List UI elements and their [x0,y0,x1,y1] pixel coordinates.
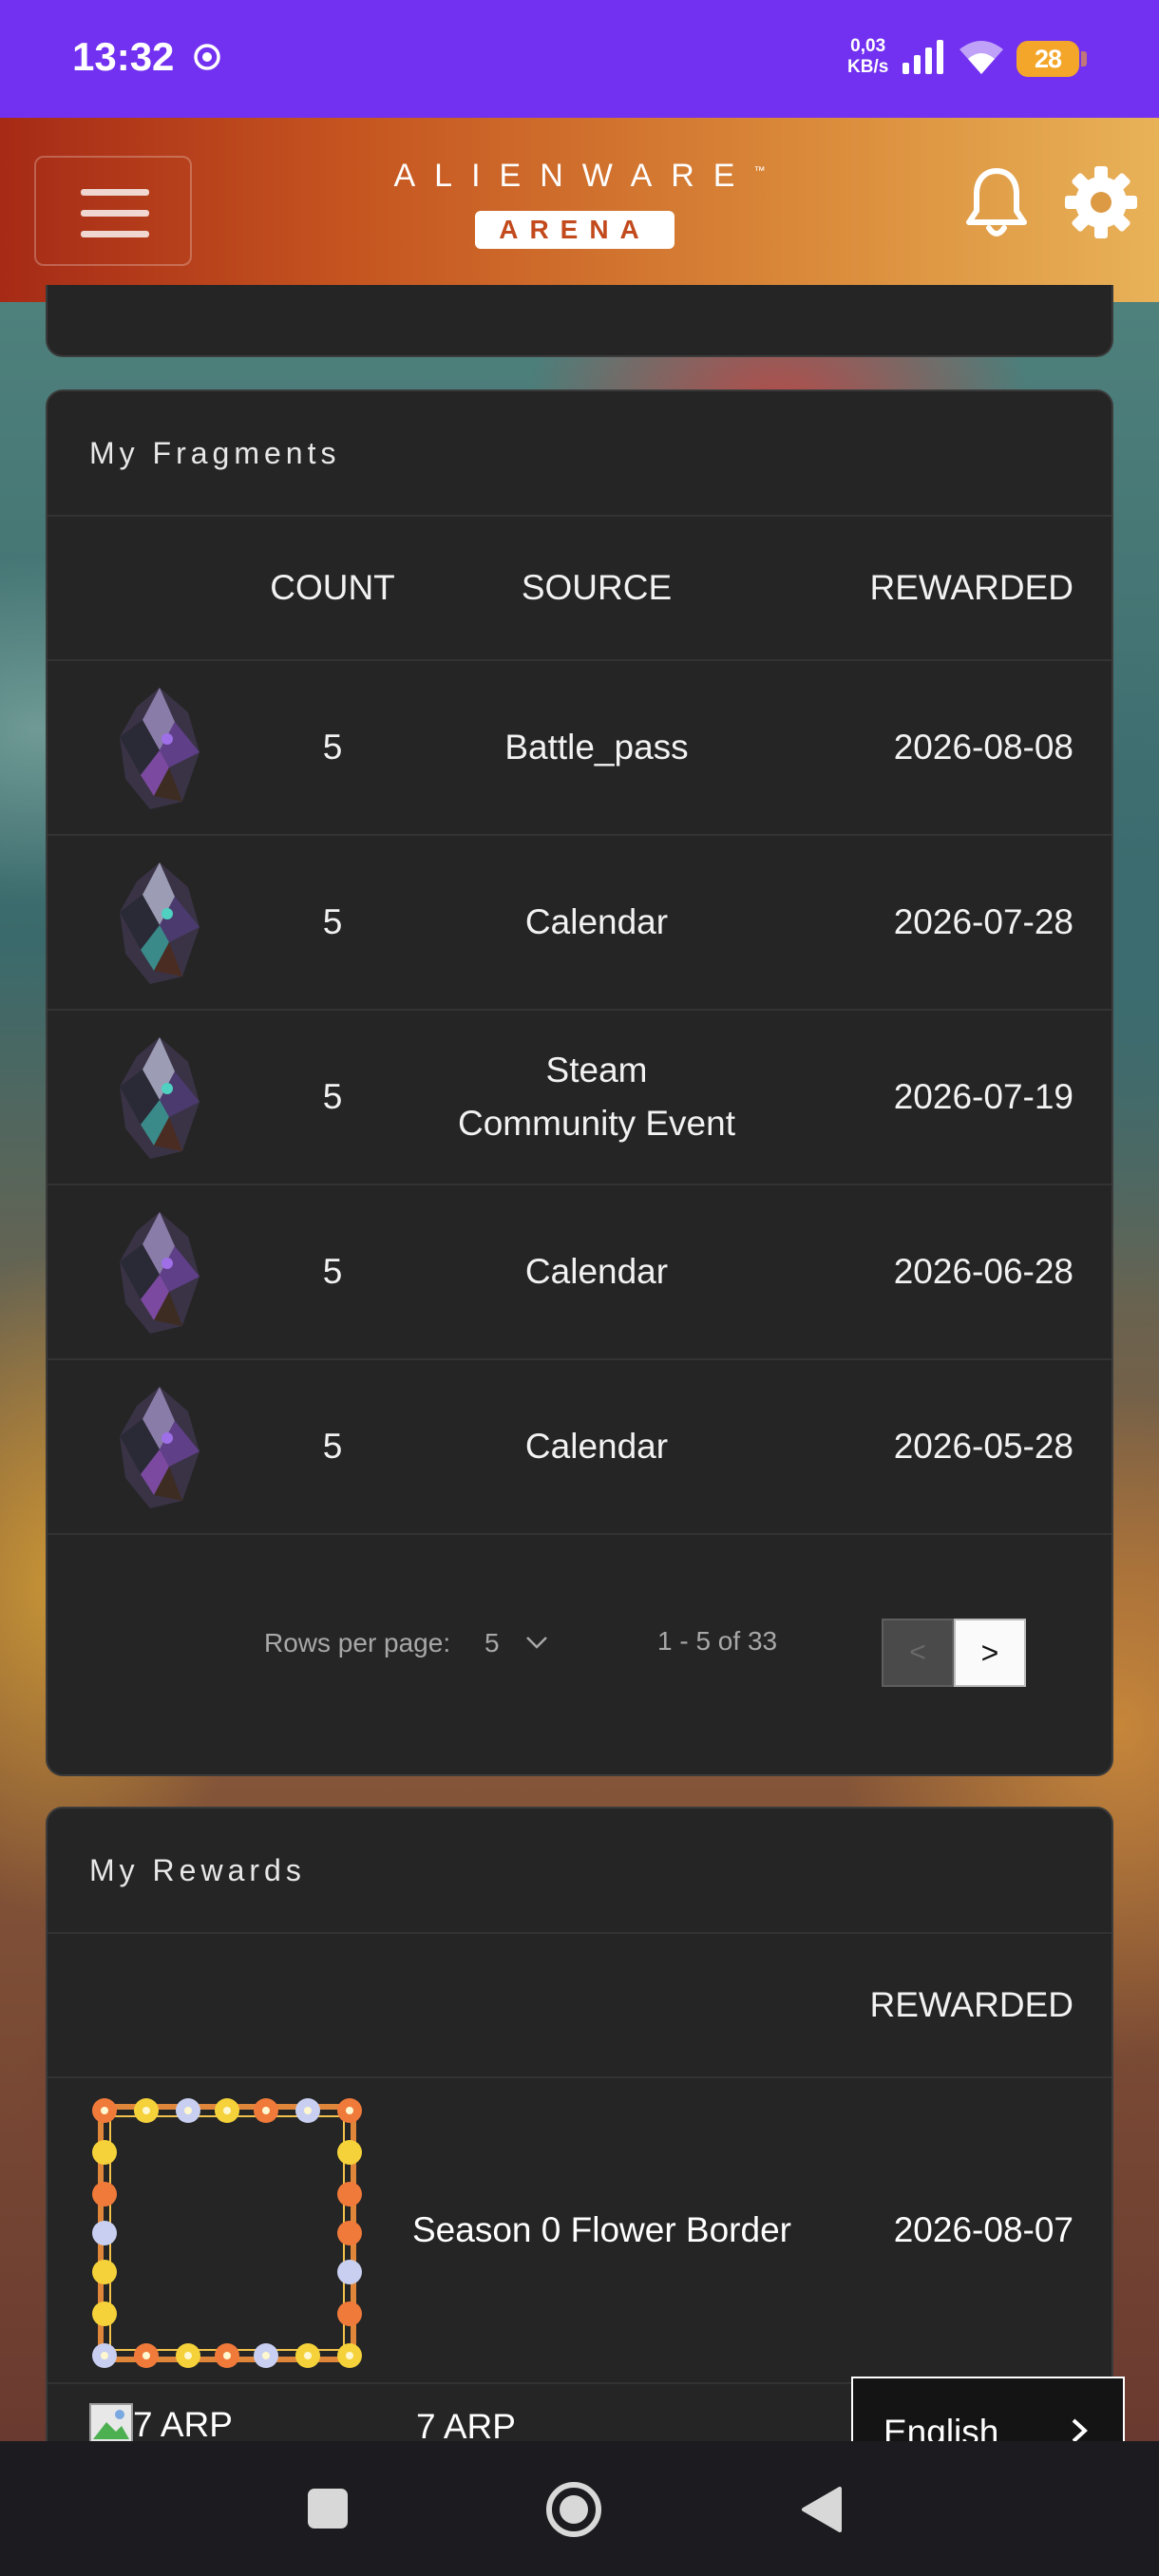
network-speed-value: 0,03 [850,36,886,56]
table-row: 5 Steam Community Event 2026-07-19 [48,1011,1112,1185]
fragment-source: Calendar [524,1427,669,1466]
logo-top-text: ALIENWARE [393,158,754,194]
status-time: 13:32 [72,34,175,79]
fragment-crystal-icon [120,1387,200,1508]
menu-line-icon [81,210,149,217]
table-row: 5 Calendar 2026-06-28 [48,1185,1112,1360]
fragment-crystal-icon [120,862,200,984]
fragments-table-header: COUNT SOURCE REWARDED [48,517,1112,661]
menu-line-icon [81,189,149,196]
fragment-rewarded-date: 2026-08-08 [893,728,1074,767]
wifi-icon [960,41,1003,74]
fragments-card: My Fragments COUNT SOURCE REWARDED 5 Bat… [46,389,1113,1776]
alienware-logo[interactable]: ALIENWARE™ [363,158,796,195]
chrome-icon [194,44,220,70]
fragment-crystal-icon [120,1212,200,1334]
battery-indicator: 28 [1016,41,1087,77]
rows-per-page-label: Rows per page: [264,1628,451,1657]
back-icon[interactable] [800,2485,844,2534]
fragment-rewarded-date: 2026-06-28 [893,1252,1074,1291]
flower-border-icon [92,2098,362,2368]
pagination-bar: Rows per page: 5 1 - 5 of 33 < > [48,1535,1112,1774]
reward-image-alt-text: 7 ARP [133,2405,233,2444]
rewards-table-header: REWARDED [48,1934,1112,2078]
fragment-count: 5 [322,728,343,767]
gear-icon[interactable] [1064,165,1138,239]
fragment-count: 5 [322,902,343,941]
column-header-source[interactable]: SOURCE [454,517,739,659]
chevron-down-icon[interactable] [522,1628,551,1657]
fragment-source: Calendar [524,1252,669,1291]
column-header-count[interactable]: COUNT [238,517,428,659]
recent-apps-icon[interactable] [308,2489,348,2529]
previous-page-button[interactable]: < [882,1619,954,1687]
previous-card-edge [46,285,1113,357]
fragment-source: Steam Community Event [458,1051,735,1143]
pagination-range: 1 - 5 of 33 [657,1626,778,1656]
fragment-count: 5 [322,1252,343,1291]
logo-trademark: ™ [753,163,766,178]
signal-icon [902,40,943,74]
network-speed-unit: KB/s [847,57,889,77]
table-row: 5 Calendar 2026-05-28 [48,1360,1112,1535]
fragment-source: Battle_pass [504,728,689,767]
network-speed: 0,03 KB/s [847,36,888,78]
fragment-crystal-icon [120,1037,200,1159]
column-header-rewarded[interactable]: REWARDED [826,517,1074,659]
reward-name: Season 0 Flower Border [412,2210,791,2249]
table-row: 5 Battle_pass 2026-08-08 [48,661,1112,836]
fragment-count: 5 [322,1427,343,1466]
fragment-crystal-icon [120,688,200,809]
bell-icon[interactable] [961,165,1032,241]
home-icon[interactable] [543,2479,604,2540]
column-header-rewarded[interactable]: REWARDED [826,1934,1074,2076]
rows-per-page-select[interactable]: 5 [484,1628,500,1658]
arena-logo[interactable]: ARENA [475,211,674,249]
fragment-source: Calendar [524,902,669,941]
table-row: Season 0 Flower Border 2026-08-07 [48,2078,1112,2384]
system-navigation-bar [0,2441,1159,2576]
rewards-title: My Rewards [48,1809,1112,1934]
menu-line-icon [81,231,149,237]
fragment-count: 5 [322,1077,343,1116]
fragment-rewarded-date: 2026-07-28 [893,902,1074,941]
fragment-rewarded-date: 2026-07-19 [893,1077,1074,1116]
hamburger-menu-button[interactable] [34,156,192,266]
next-page-button[interactable]: > [954,1619,1026,1687]
status-bar: 13:32 0,03 KB/s 28 [0,0,1159,118]
reward-rewarded-date: 2026-08-07 [893,2210,1074,2249]
fragment-rewarded-date: 2026-05-28 [893,1427,1074,1466]
app-header: ALIENWARE™ ARENA [0,118,1159,302]
table-row: 5 Calendar 2026-07-28 [48,836,1112,1011]
fragments-title: My Fragments [48,391,1112,517]
